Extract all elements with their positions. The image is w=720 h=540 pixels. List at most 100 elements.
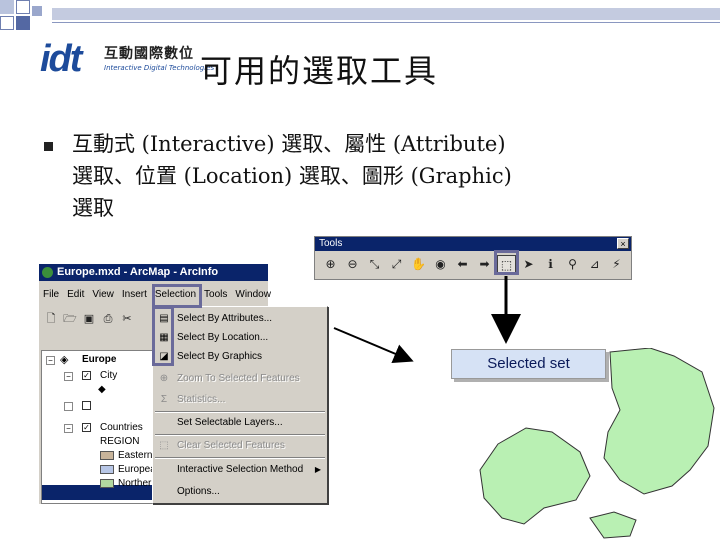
menu-tools[interactable]: Tools (200, 286, 231, 304)
menu-window[interactable]: Window (231, 286, 275, 304)
top-decoration-line (52, 22, 720, 23)
menu-separator (155, 411, 325, 413)
new-document-icon[interactable]: 🗋 (43, 310, 59, 328)
submenu-arrow-icon: ▶ (314, 465, 321, 474)
print-icon[interactable]: ⎙ (100, 310, 116, 328)
fixed-zoom-out-icon[interactable]: ⤢ (387, 255, 406, 274)
corner-square-outline (16, 0, 30, 14)
slide-title: 可用的選取工具 (200, 52, 439, 90)
toc-root[interactable]: − ◈ Europe (46, 353, 156, 367)
bullet-line: 互動式 (Interactive) 選取、屬性 (Attribute) (72, 132, 506, 156)
company-logo: idt 互動國際數位 Interactive Digital Technolog… (40, 38, 214, 80)
bullet-line: 選取 (72, 196, 114, 220)
forward-icon[interactable]: ➡ (475, 255, 494, 274)
find-icon[interactable]: ⚲ (563, 255, 582, 274)
selection-menu: ▤ Select By Attributes... ▦ Select By Lo… (152, 306, 328, 504)
tools-title-label: Tools (319, 238, 343, 249)
menu-item-select-by-location[interactable]: ▦ Select By Location... (153, 329, 327, 347)
measure-icon[interactable]: ⊿ (585, 255, 604, 274)
legend-item: Europear (100, 463, 159, 477)
logo-name-cn: 互動國際數位 (104, 46, 194, 62)
bullet-line: 選取、位置 (Location) 選取、圖形 (Graphic) (72, 164, 512, 188)
bullet-text: 互動式 (Interactive) 選取、屬性 (Attribute) 選取、位… (72, 128, 712, 224)
layer-label: Countries (100, 422, 143, 433)
arrow-menu-to-set (333, 327, 414, 364)
menu-separator (155, 457, 325, 459)
menu-view[interactable]: View (88, 286, 118, 304)
selected-set-callout: Selected set (451, 349, 606, 379)
map-polygon-small (589, 511, 637, 539)
collapse-icon[interactable]: − (64, 424, 73, 433)
visibility-checkbox[interactable]: ✓ (82, 401, 91, 410)
layer-label: City (100, 370, 118, 381)
save-icon[interactable]: ▣ (81, 310, 97, 328)
zoom-in-icon[interactable]: ⊕ (321, 255, 340, 274)
identify-icon[interactable]: ℹ (541, 255, 560, 274)
layers-icon: ◈ (60, 354, 69, 366)
menu-item-select-by-graphics[interactable]: ◪ Select By Graphics (153, 348, 327, 366)
arcmap-titlebar[interactable]: Europe.mxd - ArcMap - ArcInfo (39, 264, 268, 281)
back-icon[interactable]: ⬅ (453, 255, 472, 274)
city-symbol: ◆ (98, 383, 118, 397)
table-of-contents: − ◈ Europe − ✓ City ◆ − ✓ Rivers − ✓ Cou… (41, 350, 162, 504)
cut-icon[interactable]: ✂ (119, 310, 135, 328)
zoom-out-icon[interactable]: ⊖ (343, 255, 362, 274)
tools-toolbar-buttons: ⊕ ⊖ ⤡ ⤢ ✋ ◉ ⬅ ➡ ⬚ ➤ ℹ ⚲ ⊿ ⚡ (321, 255, 626, 274)
logo-mark: idt (40, 38, 82, 80)
menu-item-interactive-selection-method[interactable]: Interactive Selection Method ▶ (153, 461, 327, 479)
corner-square-light (0, 0, 14, 14)
collapse-icon[interactable]: − (46, 356, 55, 365)
menu-insert[interactable]: Insert (118, 286, 151, 304)
legend-swatch (100, 451, 114, 460)
collapse-icon[interactable]: − (64, 402, 73, 411)
select-tool-highlight (494, 250, 519, 275)
selection-menu-highlight (152, 284, 202, 308)
legend-item: Eastern E (100, 449, 162, 463)
pan-icon[interactable]: ✋ (409, 255, 428, 274)
legend-swatch (100, 479, 114, 488)
close-icon[interactable]: × (617, 238, 629, 249)
hyperlink-icon[interactable]: ⚡ (607, 255, 626, 274)
top-decoration-bar (52, 8, 720, 20)
toc-root-label: Europe (82, 354, 117, 365)
toc-layer-countries[interactable]: − ✓ Countries (64, 421, 154, 435)
collapse-icon[interactable]: − (64, 372, 73, 381)
tools-toolbar-title: Tools × (315, 237, 631, 251)
menu-edit[interactable]: Edit (63, 286, 88, 304)
menu-item-clear-selected[interactable]: ⬚ Clear Selected Features (153, 437, 327, 455)
legend-field: REGION (100, 436, 140, 447)
corner-square-small (32, 6, 42, 16)
visibility-checkbox[interactable]: ✓ (82, 371, 91, 380)
menu-item-set-selectable-layers[interactable]: Set Selectable Layers... (153, 414, 327, 432)
menu-item-select-by-attributes[interactable]: ▤ Select By Attributes... (153, 310, 327, 328)
bullet-marker (44, 142, 53, 151)
open-folder-icon[interactable]: 🗁 (62, 310, 78, 328)
full-extent-icon[interactable]: ◉ (431, 255, 450, 274)
menu-item-options[interactable]: Options... (153, 483, 327, 501)
corner-square-dark (16, 16, 30, 30)
logo-name-en: Interactive Digital Technologies (104, 64, 215, 72)
visibility-checkbox[interactable]: ✓ (82, 423, 91, 432)
toc-layer-city[interactable]: − ✓ City (64, 369, 154, 383)
map-polygon-large (603, 348, 715, 495)
statistics-icon: Σ (160, 394, 168, 405)
legend-item: Northern (100, 477, 157, 491)
arcmap-globe-icon (42, 267, 53, 278)
tools-toolbar: Tools × ⊕ ⊖ ⤡ ⤢ ✋ ◉ ⬅ ➡ ⬚ ➤ ℹ ⚲ ⊿ ⚡ (314, 236, 632, 280)
layer-label: Rivers (100, 400, 129, 411)
toc-layer-rivers[interactable]: − ✓ Rivers (64, 399, 154, 413)
menu-file[interactable]: File (39, 286, 63, 304)
map-polygon-medium (479, 427, 591, 525)
select-elements-icon[interactable]: ➤ (519, 255, 538, 274)
clear-selection-icon: ⬚ (159, 440, 169, 451)
selection-items-highlight (152, 306, 174, 366)
corner-square-outline (0, 16, 14, 30)
menu-item-zoom-to-selected[interactable]: ⊕ Zoom To Selected Features (153, 370, 327, 388)
legend-swatch (100, 465, 114, 474)
fixed-zoom-in-icon[interactable]: ⤡ (365, 255, 384, 274)
menu-separator (155, 434, 325, 436)
arcmap-standard-toolbar: 🗋 🗁 ▣ ⎙ ✂ (43, 310, 135, 328)
zoom-selected-icon: ⊕ (159, 373, 169, 384)
point-symbol-icon: ◆ (98, 384, 106, 395)
menu-item-statistics[interactable]: Σ Statistics... (153, 391, 327, 409)
